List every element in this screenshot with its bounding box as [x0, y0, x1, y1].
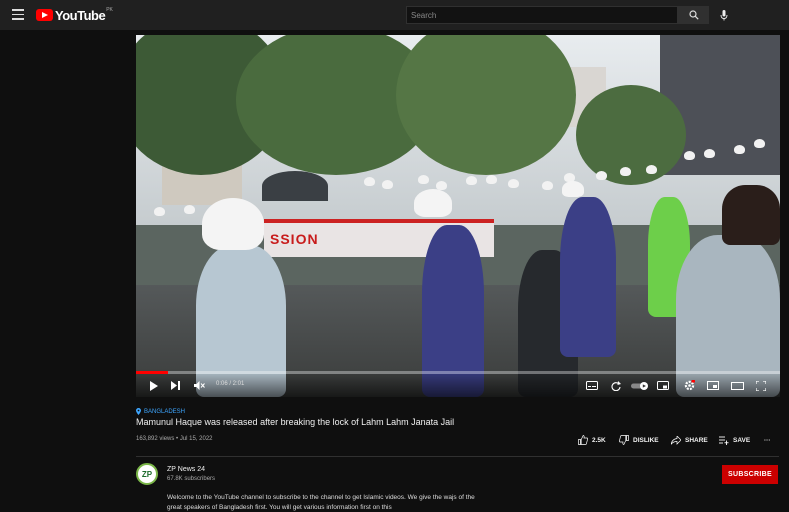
video-description: Welcome to the YouTube channel to subscr…	[167, 494, 475, 511]
crowd-head	[418, 175, 429, 184]
youtube-logo[interactable]: YouTube PK	[36, 7, 113, 23]
settings-icon	[684, 380, 695, 391]
like-count: 2.5K	[592, 436, 606, 444]
crowd-head	[542, 181, 553, 190]
like-icon	[578, 435, 588, 445]
like-button[interactable]: 2.5K	[578, 434, 606, 446]
crowd-head	[364, 177, 375, 186]
subtitles-icon	[586, 381, 598, 390]
more-actions-button[interactable]: ···	[764, 434, 771, 446]
video-cap	[414, 189, 452, 217]
subscribe-button[interactable]: SUBSCRIBE	[722, 465, 778, 484]
video-umbrella	[262, 171, 328, 201]
video-person	[722, 185, 780, 245]
crowd-head	[508, 179, 519, 188]
channel-avatar[interactable]: ZP	[136, 463, 158, 485]
crowd-head	[620, 167, 631, 176]
crowd-head	[154, 207, 165, 216]
save-label: SAVE	[733, 436, 751, 444]
dislike-label: DISLIKE	[633, 436, 659, 444]
play-button[interactable]	[146, 379, 160, 392]
next-icon	[170, 381, 180, 390]
search-button[interactable]	[678, 6, 709, 24]
fullscreen-button[interactable]	[754, 379, 768, 392]
crowd-head	[486, 175, 497, 184]
autoplay-icon	[631, 381, 648, 390]
settings-button[interactable]	[682, 379, 696, 392]
avatar-text: ZP	[141, 469, 153, 479]
mute-icon	[193, 381, 205, 390]
menu-icon[interactable]	[12, 9, 24, 21]
more-icon: ···	[764, 436, 771, 444]
crowd-head	[704, 149, 715, 158]
dislike-icon	[619, 435, 629, 445]
subscriber-count: 67.8K subscribers	[167, 476, 216, 482]
share-label: SHARE	[685, 436, 708, 444]
crowd-head	[754, 139, 765, 148]
crowd-head	[184, 205, 195, 214]
player-controls: 0:06 / 2:01	[136, 374, 780, 397]
logo-region: PK	[106, 7, 113, 13]
miniplayer-mode-button[interactable]	[706, 379, 720, 392]
crowd-head	[684, 151, 695, 160]
mic-icon	[720, 9, 728, 20]
next-button[interactable]	[168, 379, 182, 392]
share-icon	[671, 435, 681, 445]
divider	[136, 456, 779, 457]
masthead: YouTube PK	[0, 0, 789, 30]
video-banner-text: SSION	[270, 231, 319, 247]
loop-button[interactable]	[609, 379, 623, 392]
crowd-head	[734, 145, 745, 154]
save-button[interactable]: SAVE	[719, 434, 750, 446]
subtitles-button[interactable]	[585, 379, 599, 392]
upload-date: Jul 15, 2022	[179, 436, 213, 442]
save-icon	[719, 436, 729, 445]
video-player[interactable]: SSION 0:06 / 2:01	[136, 35, 780, 397]
crowd-head	[646, 165, 657, 174]
video-tree	[576, 85, 686, 185]
search-bar	[406, 6, 709, 24]
video-cap	[202, 198, 264, 250]
time-display: 0:06 / 2:01	[216, 381, 245, 387]
location-pin-icon	[136, 408, 141, 415]
video-person	[560, 197, 616, 357]
search-icon	[688, 10, 699, 20]
video-meta: 163,892 views • Jul 15, 2022	[136, 436, 213, 442]
crowd-head	[382, 180, 393, 189]
location-link[interactable]: BANGLADESH	[136, 408, 185, 415]
mute-button[interactable]	[192, 379, 206, 392]
pip-icon	[707, 381, 719, 390]
search-input[interactable]	[406, 6, 678, 24]
crowd-head	[466, 176, 477, 185]
miniplayer-icon	[657, 381, 669, 390]
crowd-head	[596, 171, 607, 180]
theater-icon	[730, 381, 744, 390]
location-text: BANGLADESH	[144, 408, 186, 415]
fullscreen-icon	[756, 380, 766, 391]
video-title: Mamunul Haque was released after breakin…	[136, 417, 455, 427]
play-icon	[149, 380, 158, 391]
theater-button[interactable]	[730, 379, 744, 392]
autoplay-toggle[interactable]	[630, 379, 650, 392]
dislike-button[interactable]: DISLIKE	[619, 434, 659, 446]
video-cap	[562, 181, 584, 197]
share-button[interactable]: SHARE	[671, 434, 708, 446]
youtube-logo-icon	[36, 9, 53, 21]
voice-search-button[interactable]	[716, 6, 732, 24]
channel-name[interactable]: ZP News 24	[167, 466, 205, 473]
logo-text: YouTube	[55, 7, 106, 23]
miniplayer-button[interactable]	[656, 379, 670, 392]
view-count: 163,892 views	[136, 436, 175, 442]
loop-icon	[611, 380, 621, 391]
